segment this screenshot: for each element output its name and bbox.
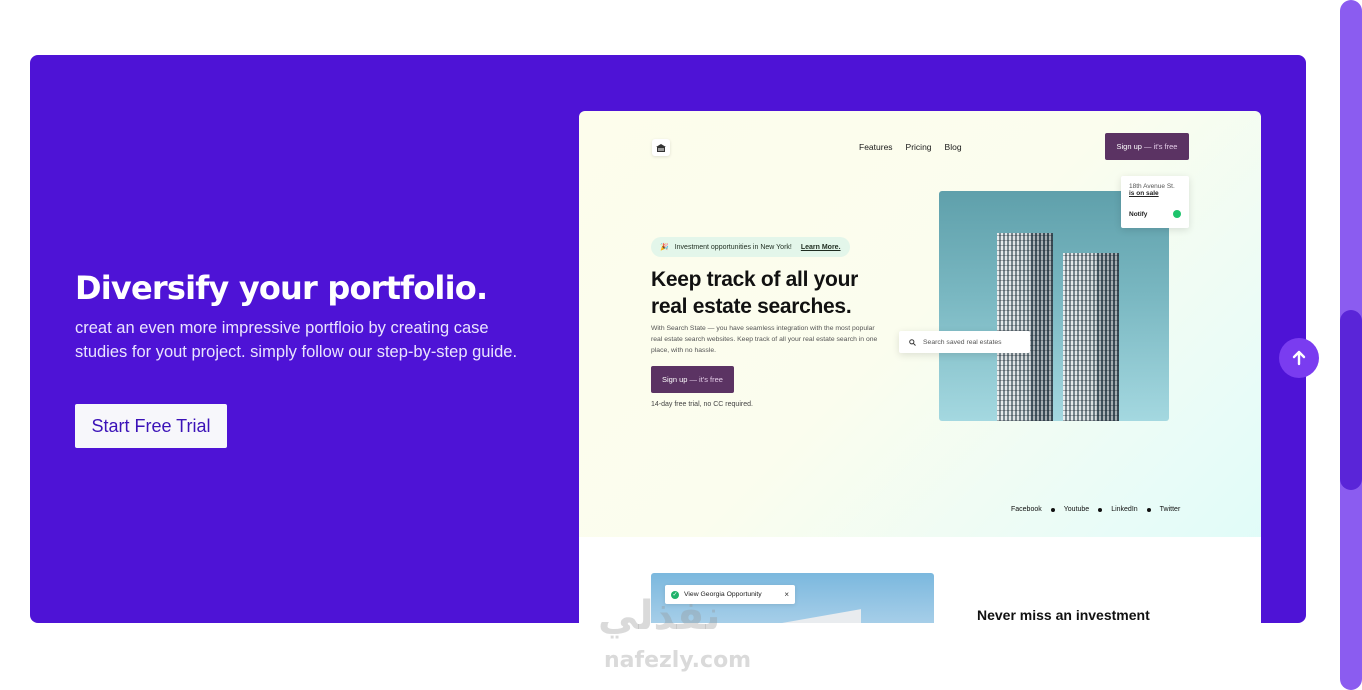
social-separator (1098, 507, 1103, 512)
mockup-cta-button: Sign up — it's free (651, 366, 734, 393)
watermark-arabic: نفذلي (598, 593, 721, 639)
website-mockup-image: Features Pricing Blog Sign up — it's fre… (579, 111, 1261, 623)
start-free-trial-button[interactable]: Start Free Trial (75, 404, 227, 448)
social-twitter: Twitter (1159, 506, 1181, 513)
mockup-cta-label: Sign up (662, 375, 688, 384)
hero-section: Diversify your portfolio. creat an even … (30, 55, 1306, 623)
watermark-latin: nafezly.com (604, 648, 752, 673)
notify-street: 18th Avenue St. (1129, 183, 1175, 190)
mockup-signup-suffix: — it's free (1143, 142, 1178, 151)
badge-text: Investment opportunities in New York! (674, 243, 792, 251)
mockup-signup-button: Sign up — it's free (1105, 133, 1189, 160)
notify-status: is on sale (1129, 190, 1159, 197)
mockup-nav: Features Pricing Blog (859, 142, 962, 152)
arrow-up-icon (1292, 350, 1306, 366)
mockup-signup-label: Sign up (1116, 142, 1142, 151)
party-icon: 🎉 (660, 244, 669, 251)
social-facebook: Facebook (1011, 506, 1042, 513)
social-separator (1050, 507, 1055, 512)
tower-left (997, 233, 1053, 421)
notify-toggle-dot (1173, 210, 1181, 218)
mockup-cta-suffix: — it's free (689, 375, 723, 384)
close-icon: × (784, 590, 789, 599)
mockup-social-links: Facebook Youtube LinkedIn Twitter (1011, 506, 1180, 513)
notify-card: 18th Avenue St. is on sale Notify (1121, 176, 1189, 228)
notify-row: Notify (1129, 210, 1181, 218)
scroll-to-top-button[interactable] (1279, 338, 1319, 378)
notify-label: Notify (1129, 210, 1148, 218)
mockup-headline: Keep track of all your real estate searc… (651, 268, 858, 318)
mockup-lower-heading: Never miss an investment (977, 607, 1150, 623)
mockup-nav-features: Features (859, 142, 893, 152)
social-youtube: Youtube (1063, 506, 1090, 513)
mockup-note: 14-day free trial, no CC required. (651, 401, 753, 408)
mockup-nav-blog: Blog (944, 142, 962, 152)
hero-title: Diversify your portfolio. (75, 269, 488, 307)
watermark: نفذلي nafezly.com (598, 593, 751, 673)
badge-link: Learn More. (800, 243, 841, 251)
hero-description: creat an even more impressive portfloio … (75, 319, 518, 361)
search-placeholder: Search saved real estates (923, 338, 1002, 346)
search-icon (909, 338, 916, 346)
mockup-nav-pricing: Pricing (905, 142, 932, 152)
building-icon (652, 139, 670, 156)
mockup-paragraph: With Search State — you have seamless in… (651, 325, 878, 354)
tower-right (1063, 253, 1119, 421)
social-linkedin: LinkedIn (1111, 506, 1138, 513)
mockup-announcement-badge: 🎉 Investment opportunities in New York! … (651, 237, 850, 257)
social-separator (1146, 507, 1151, 512)
scrollbar-thumb[interactable] (1340, 310, 1362, 490)
mockup-search-box: Search saved real estates (899, 331, 1030, 353)
